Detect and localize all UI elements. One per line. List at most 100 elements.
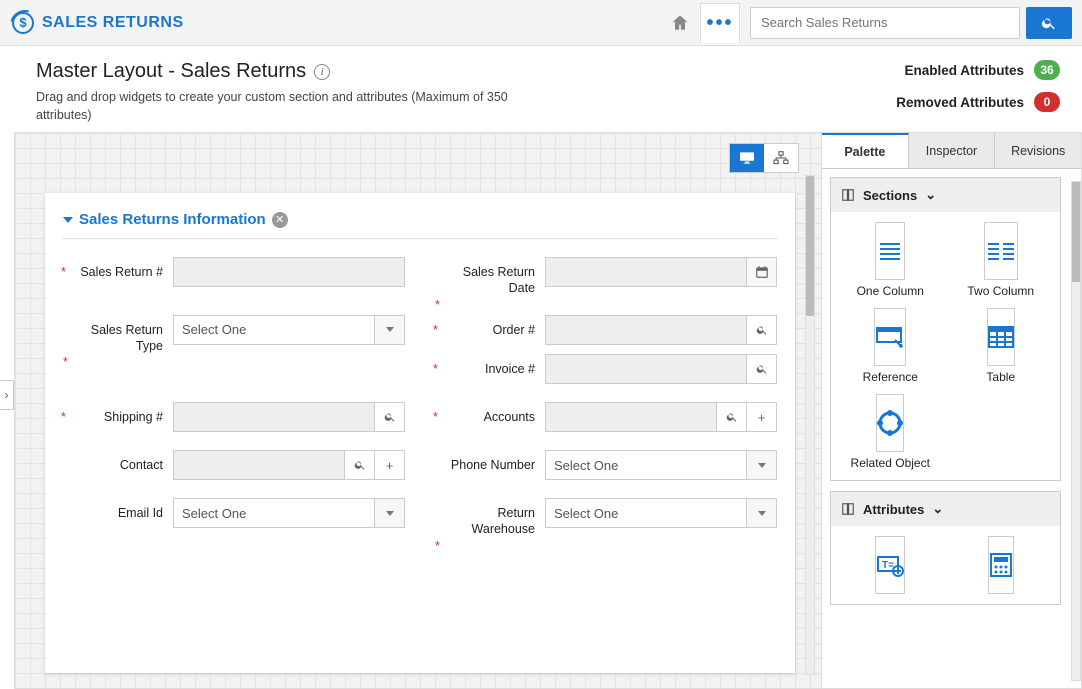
chevron-down-icon: ⌄ [925,187,936,203]
field-phone-number[interactable]: Phone Number Select One [435,450,777,480]
field-sales-return-type[interactable]: Sales Return Type* Select One [63,315,405,355]
dropdown-toggle[interactable] [375,315,405,345]
field-email-id[interactable]: Email Id Select One [63,498,405,538]
input[interactable] [545,315,747,345]
field-order-no[interactable]: *Order # [435,315,777,355]
add-button[interactable]: + [747,402,777,432]
magnifier-icon [354,459,366,471]
input[interactable] [545,257,747,287]
field-shipping-no[interactable]: *Shipping # [63,402,405,432]
label: Sales Return # [80,265,163,279]
more-menu-button[interactable]: ••• [700,3,740,43]
input[interactable] [173,402,375,432]
palette-body: Sections ⌄ One Column Two Column Referen… [822,169,1069,688]
group-attributes-header[interactable]: Attributes ⌄ [831,492,1060,526]
lookup-button[interactable] [345,450,375,480]
field-sales-return-no[interactable]: *Sales Return # [63,257,405,297]
input[interactable] [545,402,717,432]
lookup-button[interactable] [747,354,777,384]
removed-count-badge: 0 [1034,92,1060,112]
select[interactable]: Select One [173,498,375,528]
structure-view-button[interactable] [764,144,798,172]
label: Accounts [484,410,535,424]
magnifier-icon [384,411,396,423]
tile-related-object[interactable]: Related Object [841,394,940,470]
lookup-button[interactable] [375,402,405,432]
field-sales-return-date[interactable]: Sales Return Date* [435,257,777,297]
view-switch [729,143,799,173]
attributes-icon [841,502,855,516]
reference-icon [875,325,905,349]
tile-calc-attr[interactable] [952,536,1051,594]
lookup-button[interactable] [717,402,747,432]
chevron-down-icon [63,217,73,223]
desktop-view-button[interactable] [730,144,764,172]
caret-down-icon [386,511,394,516]
magnifier-icon [756,363,768,375]
enabled-attributes-label: Enabled Attributes [904,63,1024,78]
canvas-scrollbar[interactable] [805,175,815,675]
select[interactable]: Select One [545,498,747,528]
tab-inspector[interactable]: Inspector [909,133,996,168]
select[interactable]: Select One [545,450,747,480]
section-remove-button[interactable]: ✕ [272,212,288,228]
field-invoice-no[interactable]: *Invoice # [435,354,777,384]
layout-canvas: Sales Returns Information ✕ *Sales Retur… [14,132,1082,689]
enabled-attributes: Enabled Attributes 36 [896,60,1060,80]
search-bar [750,7,1072,39]
one-column-icon [876,240,904,262]
dropdown-toggle[interactable] [375,498,405,528]
tab-palette[interactable]: Palette [822,133,909,168]
label: Email Id [118,506,163,520]
page-subtitle: Drag and drop widgets to create your cus… [36,89,516,124]
magnifier-icon [726,411,738,423]
removed-attributes-label: Removed Attributes [896,95,1024,110]
form-grid: *Sales Return # Sales Return Date* Sales… [63,239,777,556]
tile-two-column[interactable]: Two Column [952,222,1051,298]
group-sections: Sections ⌄ One Column Two Column Referen… [830,177,1061,481]
input[interactable] [173,257,405,287]
field-contact[interactable]: Contact + [63,450,405,480]
dropdown-toggle[interactable] [747,498,777,528]
calendar-icon[interactable] [747,257,777,287]
two-column-icon [985,240,1017,262]
input[interactable] [545,354,747,384]
group-sections-header[interactable]: Sections ⌄ [831,178,1060,212]
label: Order # [493,323,535,337]
search-input[interactable] [750,7,1020,39]
add-button[interactable]: + [375,450,405,480]
tile-table[interactable]: Table [952,308,1051,384]
removed-attributes: Removed Attributes 0 [896,92,1060,112]
caret-down-icon [758,463,766,468]
dollar-refresh-icon: $ [12,12,34,34]
dropdown-toggle[interactable] [747,450,777,480]
section-card[interactable]: Sales Returns Information ✕ *Sales Retur… [45,193,795,673]
info-icon[interactable]: i [314,64,330,80]
label: Phone Number [451,458,535,472]
monitor-icon [738,151,756,165]
tile-text-attr[interactable]: T= [841,536,940,594]
panel-scrollbar[interactable] [1071,181,1081,681]
field-return-warehouse[interactable]: Return Warehouse* Select One [435,498,777,538]
select[interactable]: Select One [173,315,375,345]
right-panel: Palette Inspector Revisions Sections ⌄ O… [821,133,1081,688]
tile-one-column[interactable]: One Column [841,222,940,298]
tile-reference[interactable]: Reference [841,308,940,384]
field-accounts[interactable]: *Accounts + [435,402,777,432]
chevron-down-icon: ⌄ [932,501,943,517]
label: Return Warehouse [472,506,535,536]
caret-down-icon [386,327,394,332]
expand-left-handle[interactable]: › [0,380,14,410]
search-button[interactable] [1026,7,1072,39]
section-title: Sales Returns Information [79,211,266,228]
magnifier-icon [756,324,768,336]
tab-revisions[interactable]: Revisions [995,133,1081,168]
input[interactable] [173,450,345,480]
topbar-actions: ••• [660,3,1072,43]
table-icon [988,326,1014,348]
lookup-button[interactable] [747,315,777,345]
section-header[interactable]: Sales Returns Information ✕ [63,211,777,239]
page-title: Master Layout - Sales Returns i [36,60,516,83]
home-icon[interactable] [660,3,700,43]
label: Sales Return Date [463,265,535,295]
